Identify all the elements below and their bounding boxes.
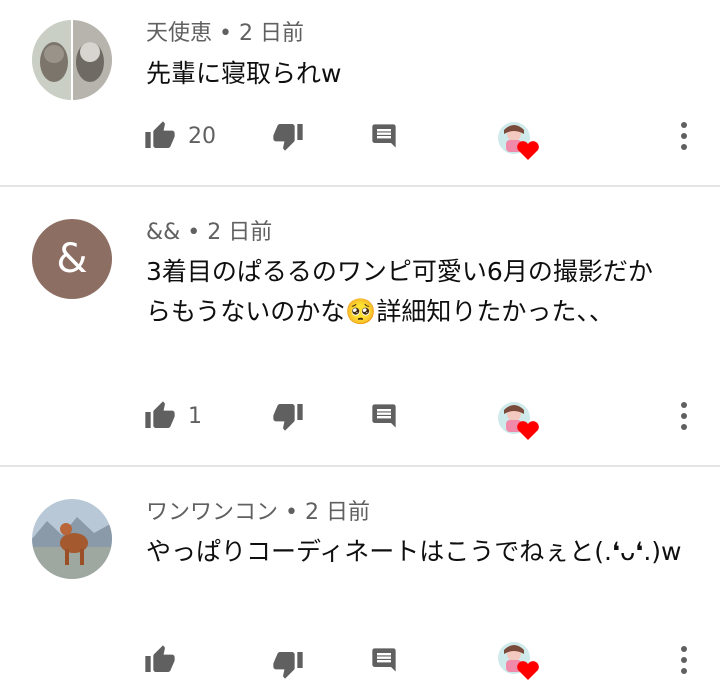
thumb-up-icon — [144, 644, 176, 676]
avatar[interactable] — [32, 20, 112, 100]
comment-meta: 天使恵 • 2 日前 — [146, 20, 304, 48]
creator-heart-icon — [498, 402, 539, 440]
thumb-up-icon — [144, 400, 176, 432]
more-vert-icon-dot — [681, 657, 687, 663]
creator-heart-icon — [498, 122, 539, 160]
more-vert-icon-dot — [681, 413, 687, 419]
more-vert-icon-dot — [681, 144, 687, 150]
like-button[interactable]: 20 — [144, 116, 216, 156]
more-vert-icon — [681, 402, 687, 408]
like-count: 1 — [188, 403, 202, 429]
like-button[interactable] — [144, 640, 188, 680]
thumb-down-icon — [272, 648, 304, 680]
reply-comment-icon — [370, 402, 398, 430]
like-count: 20 — [188, 123, 216, 149]
dislike-button[interactable] — [272, 120, 304, 152]
more-vert-icon — [681, 646, 687, 652]
comment-meta: ワンワンコン • 2 日前 — [146, 499, 370, 527]
comment-text: 3着目のぱるるのワンピ可愛い6月の撮影だからもうないのかな🥺詳細知りたかった、、 — [146, 257, 653, 326]
more-vert-icon-dot — [681, 424, 687, 430]
cat-photo-icon — [32, 20, 112, 100]
comment-time: 2 日前 — [304, 500, 370, 525]
more-vert-icon-dot — [681, 668, 687, 674]
reply-comment-icon — [370, 646, 398, 674]
reply-button[interactable] — [370, 122, 398, 150]
comment-divider — [0, 465, 720, 467]
creator-heart — [496, 400, 540, 444]
author-name[interactable]: ワンワンコン — [146, 500, 278, 525]
comment-actions: 1 — [0, 396, 720, 440]
separator: • — [278, 500, 305, 525]
creator-heart-icon — [498, 642, 539, 680]
more-options-button[interactable] — [672, 640, 696, 680]
dog-photo-icon — [32, 499, 112, 579]
separator: • — [180, 220, 208, 245]
avatar-initial: & — [32, 219, 112, 299]
author-name[interactable]: && — [146, 220, 180, 245]
avatar[interactable] — [32, 499, 112, 579]
comment-divider — [0, 185, 720, 187]
thumb-up-icon — [144, 120, 176, 152]
more-vert-icon — [681, 122, 687, 128]
comment-actions — [0, 640, 720, 680]
reply-comment-icon — [370, 122, 398, 150]
comment-meta: && • 2 日前 — [146, 219, 272, 247]
dislike-button[interactable] — [272, 400, 304, 432]
thumb-down-icon — [272, 120, 304, 152]
author-name[interactable]: 天使恵 — [146, 21, 212, 46]
creator-heart — [496, 120, 540, 164]
more-options-button[interactable] — [672, 116, 696, 156]
comment-text: 先輩に寝取られw — [146, 59, 342, 88]
more-options-button[interactable] — [672, 396, 696, 436]
comment-time: 2 日前 — [238, 21, 304, 46]
thumb-down-icon — [272, 400, 304, 432]
comment-actions: 20 — [0, 116, 720, 160]
dislike-button[interactable] — [272, 648, 304, 680]
more-vert-icon-dot — [681, 133, 687, 139]
avatar[interactable]: & — [32, 219, 112, 299]
like-button[interactable]: 1 — [144, 396, 202, 436]
separator: • — [212, 21, 239, 46]
comment-time: 2 日前 — [207, 220, 273, 245]
comment-text: やっぱりコーディネートはこうでねぇと(.❛ᴗ❛.)w — [146, 537, 682, 566]
reply-button[interactable] — [370, 646, 398, 674]
creator-heart — [496, 640, 540, 684]
reply-button[interactable] — [370, 402, 398, 430]
